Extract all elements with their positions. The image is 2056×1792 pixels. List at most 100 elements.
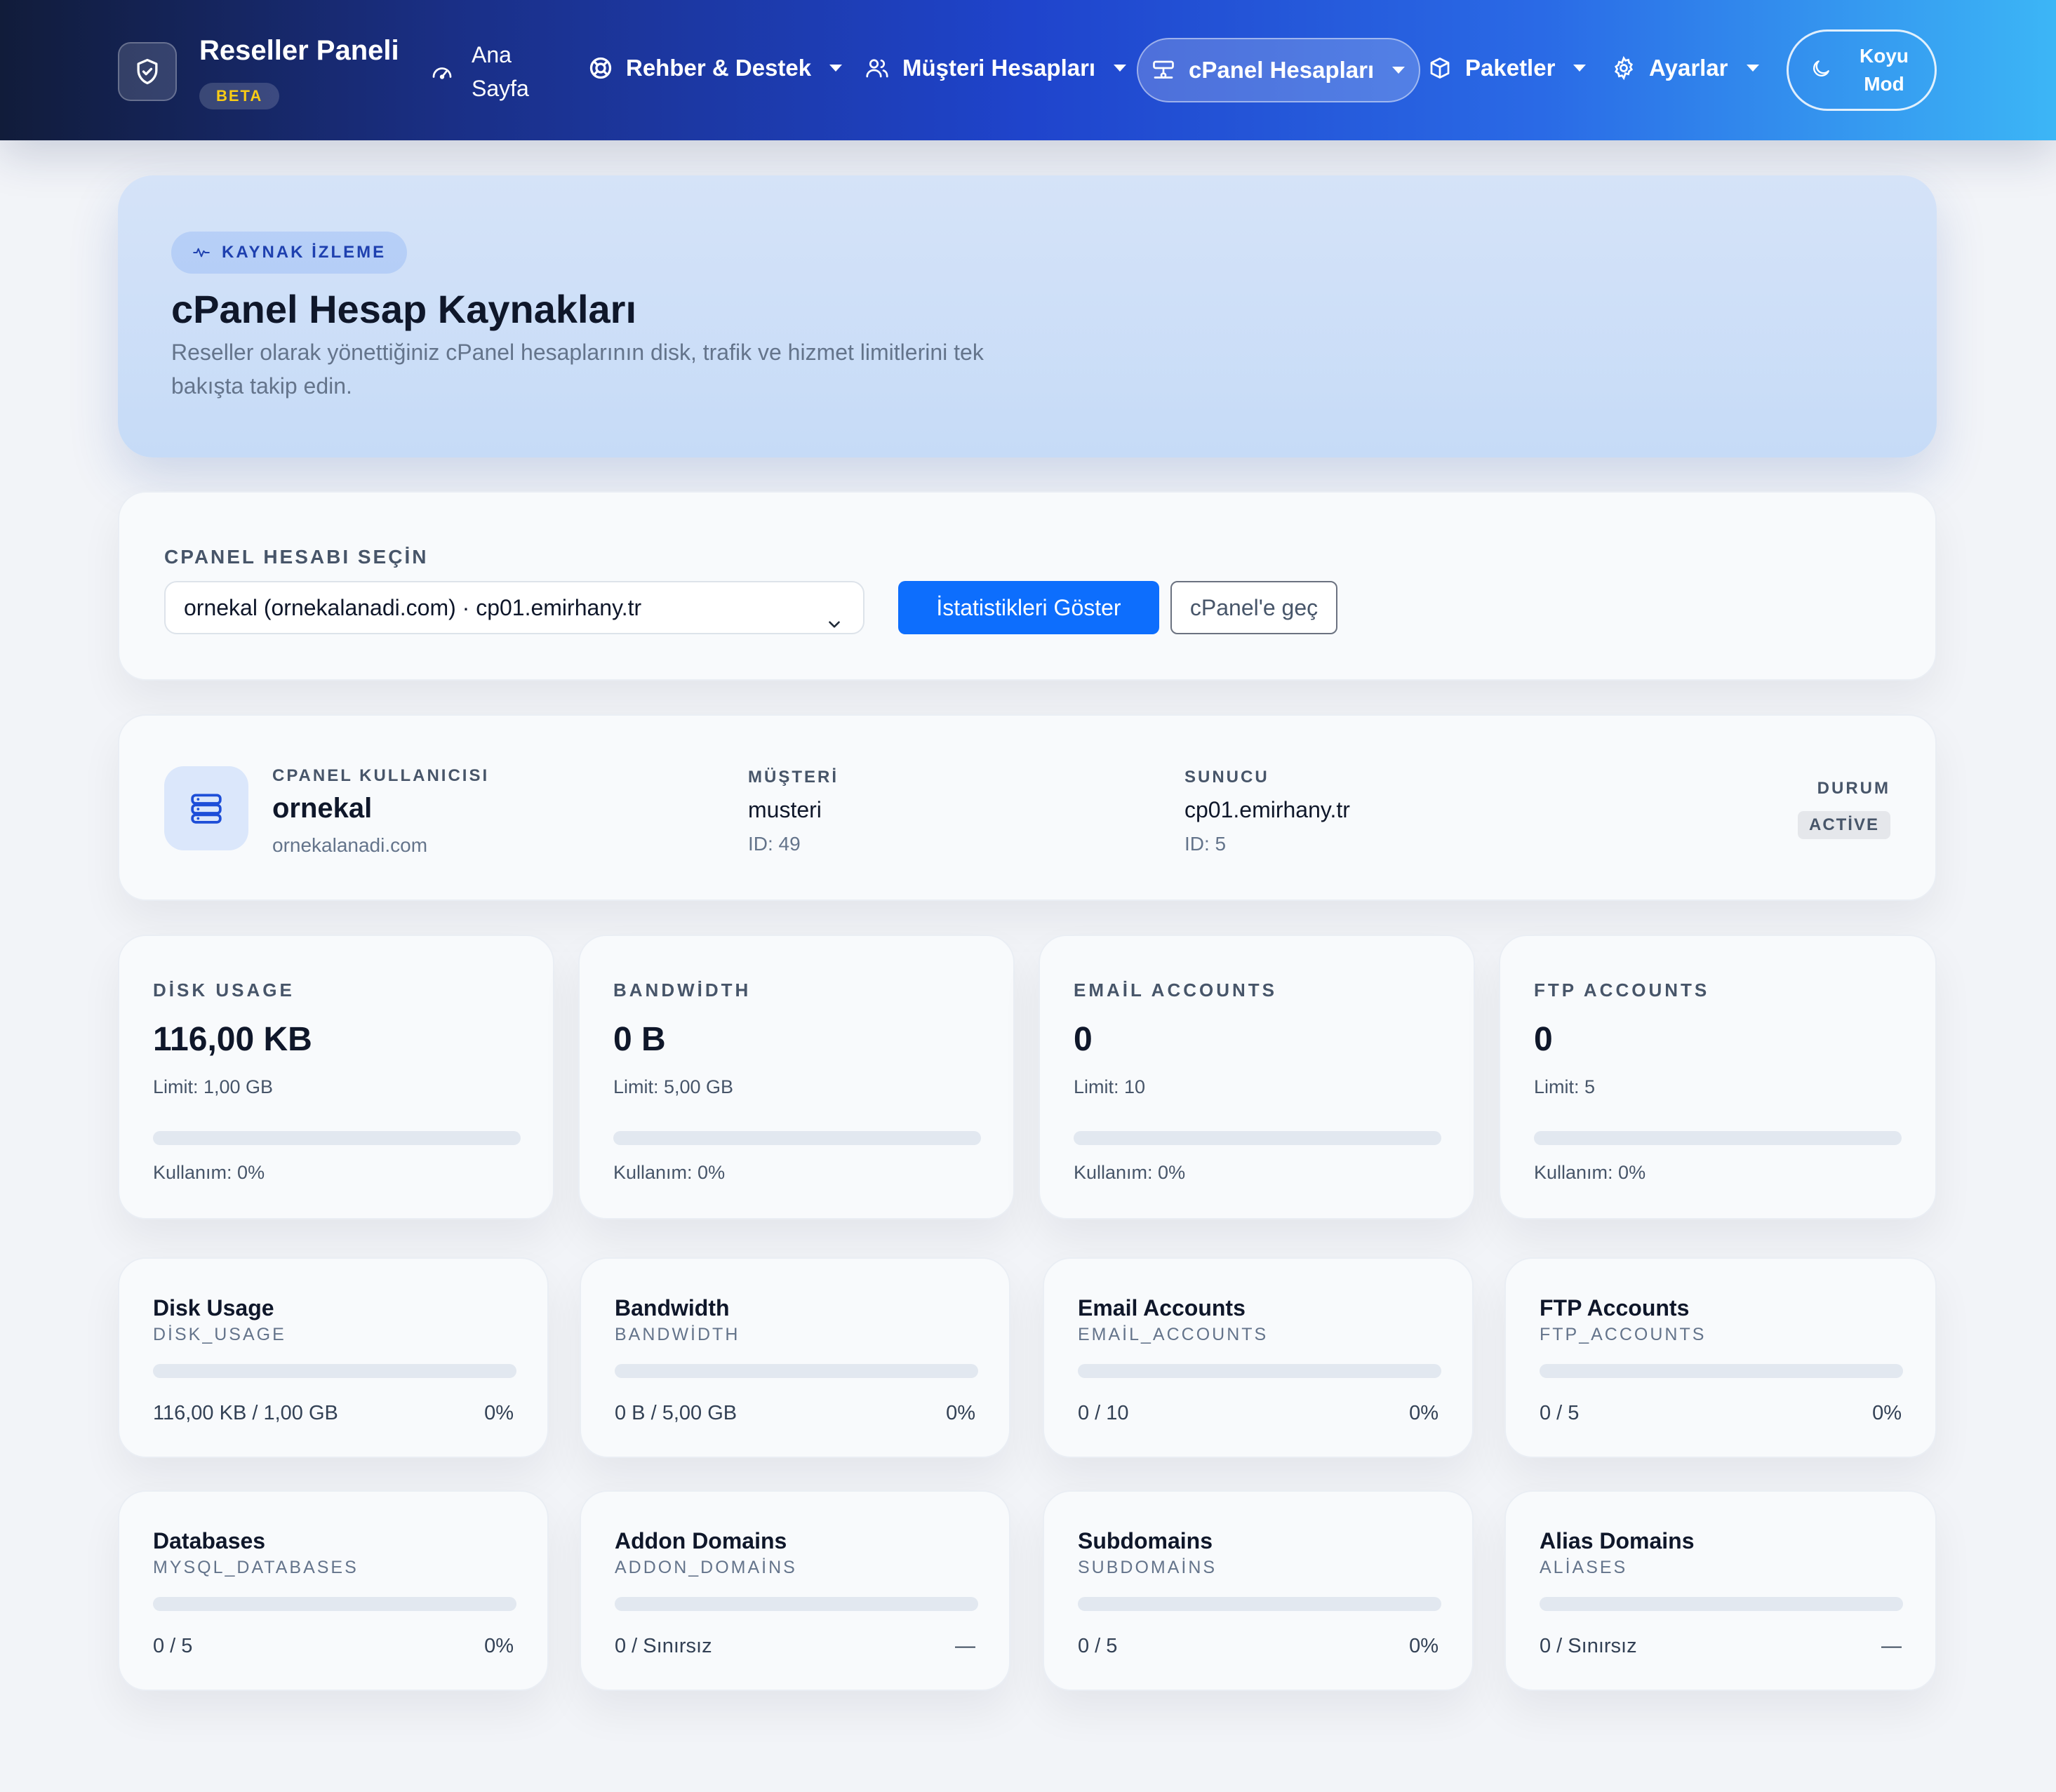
dark-mode-toggle[interactable]: Koyu Mod xyxy=(1787,29,1937,111)
resource-card-databases: Databases MYSQL_DATABASES 0 / 5 0% xyxy=(118,1490,549,1691)
switch-to-cpanel-button[interactable]: cPanel'e geç xyxy=(1170,581,1337,634)
resource-card-email-accounts: Email Accounts EMAİL_ACCOUNTS 0 / 10 0% xyxy=(1043,1257,1474,1458)
moon-icon xyxy=(1810,58,1832,83)
resource-progress-bar xyxy=(1540,1364,1903,1378)
server-label: SUNUCU xyxy=(1184,768,1269,787)
top-navbar: Reseller Paneli BETA Ana Sayfa Rehber & … xyxy=(0,0,2056,140)
nav-packages-label: Paketler xyxy=(1465,55,1556,81)
hero-banner: KAYNAK İZLEME cPanel Hesap Kaynakları Re… xyxy=(118,175,1937,457)
nav-item-home[interactable]: Ana Sayfa xyxy=(429,38,529,105)
stat-limit: Limit: 1,00 GB xyxy=(153,1076,274,1097)
server-name: cp01.emirhany.tr xyxy=(1184,797,1350,822)
resource-monitoring-badge: KAYNAK İZLEME xyxy=(171,232,408,274)
hero-badge-label: KAYNAK İZLEME xyxy=(222,243,387,262)
resource-progress-bar xyxy=(153,1364,516,1378)
stat-usage: Kullanım: 0% xyxy=(1074,1162,1186,1183)
chevron-down-icon xyxy=(1114,65,1127,72)
stat-usage: Kullanım: 0% xyxy=(153,1162,265,1183)
stat-label: FTP ACCOUNTS xyxy=(1534,979,1710,1001)
resource-title: Subdomains xyxy=(1078,1528,1213,1553)
nav-settings-label: Ayarlar xyxy=(1649,55,1728,81)
status-badge: ACTİVE xyxy=(1797,811,1890,839)
shield-icon[interactable] xyxy=(118,42,177,101)
stat-limit: Limit: 10 xyxy=(1074,1076,1146,1097)
resource-key: FTP_ACCOUNTS xyxy=(1540,1325,1707,1344)
stat-card-ftp-accounts: FTP ACCOUNTS 0 Limit: 5 Kullanım: 0% xyxy=(1499,935,1937,1219)
resource-amount: 0 / Sınırsız xyxy=(1540,1635,1637,1657)
server-block: SUNUCU cp01.emirhany.tr ID: 5 xyxy=(1184,768,1350,855)
nav-item-settings[interactable]: Ayarlar xyxy=(1611,55,1759,81)
account-select[interactable]: ornekal (ornekalanadi.com) · cp01.emirha… xyxy=(164,581,865,634)
nav-item-cpanel-accounts[interactable]: cPanel Hesapları xyxy=(1137,38,1421,102)
nav-home-label-line1: Ana xyxy=(472,42,512,67)
resource-title: FTP Accounts xyxy=(1540,1295,1690,1320)
resource-title: Addon Domains xyxy=(615,1528,787,1553)
resource-key: MYSQL_DATABASES xyxy=(153,1558,359,1577)
resource-amount: 0 / 5 xyxy=(153,1635,193,1657)
nav-item-packages[interactable]: Paketler xyxy=(1427,55,1587,81)
dark-mode-label-line1: Koyu xyxy=(1860,45,1909,67)
resource-key: ADDON_DOMAİNS xyxy=(615,1558,797,1577)
resource-amount: 0 / 5 xyxy=(1078,1635,1118,1657)
resource-key: ALİASES xyxy=(1540,1558,1628,1577)
resource-card-subdomains: Subdomains SUBDOMAİNS 0 / 5 0% xyxy=(1043,1490,1474,1691)
resource-title: Databases xyxy=(153,1528,266,1553)
resource-card-addon-domains: Addon Domains ADDON_DOMAİNS 0 / Sınırsız… xyxy=(580,1490,1010,1691)
resource-amount: 0 / 5 xyxy=(1540,1402,1580,1424)
usage-progress-bar xyxy=(153,1131,521,1145)
resource-progress-bar xyxy=(615,1597,978,1611)
customer-id: ID: 49 xyxy=(748,833,801,855)
server-stack-icon xyxy=(164,766,248,850)
stat-card-email-accounts: EMAİL ACCOUNTS 0 Limit: 10 Kullanım: 0% xyxy=(1039,935,1475,1219)
resource-percent: — xyxy=(955,1635,975,1657)
resource-percent: 0% xyxy=(484,1402,514,1424)
nav-home-label-line2: Sayfa xyxy=(472,76,529,101)
show-stats-button[interactable]: İstatistikleri Göster xyxy=(898,581,1159,634)
account-info-card: CPANEL KULLANICISI ornekal ornekalanadi.… xyxy=(118,714,1937,901)
usage-progress-bar xyxy=(1074,1131,1441,1145)
resource-amount: 116,00 KB / 1,00 GB xyxy=(153,1402,338,1424)
chevron-down-icon xyxy=(829,65,843,72)
account-selector-card: CPANEL HESABI SEÇİN ornekal (ornekalanad… xyxy=(118,491,1937,681)
cpanel-user-block: CPANEL KULLANICISI ornekal ornekalanadi.… xyxy=(272,766,489,857)
stat-value: 0 xyxy=(1534,1021,1553,1058)
nav-item-support[interactable]: Rehber & Destek xyxy=(588,55,843,81)
chevron-down-icon xyxy=(1392,67,1406,74)
resource-progress-bar xyxy=(153,1597,516,1611)
cpanel-username: ornekal xyxy=(272,793,373,824)
resource-title: Bandwidth xyxy=(615,1295,730,1320)
gear-icon xyxy=(1611,55,1636,81)
resource-amount: 0 / Sınırsız xyxy=(615,1635,712,1657)
resource-percent: 0% xyxy=(1872,1402,1902,1424)
resource-progress-bar xyxy=(1078,1364,1441,1378)
stat-usage: Kullanım: 0% xyxy=(1534,1162,1646,1183)
page-description: Reseller olarak yönettiğiniz cPanel hesa… xyxy=(171,340,984,399)
resource-title: Email Accounts xyxy=(1078,1295,1246,1320)
resource-title: Alias Domains xyxy=(1540,1528,1695,1553)
chevron-down-icon xyxy=(1573,65,1587,72)
stat-usage: Kullanım: 0% xyxy=(613,1162,726,1183)
activity-icon xyxy=(193,248,210,258)
customer-block: MÜŞTERİ musteri ID: 49 xyxy=(748,768,839,855)
dashboard-icon xyxy=(429,59,455,84)
resource-amount: 0 B / 5,00 GB xyxy=(615,1402,737,1424)
usage-progress-bar xyxy=(613,1131,981,1145)
brand-title[interactable]: Reseller Paneli xyxy=(199,35,399,67)
account-select-value: ornekal (ornekalanadi.com) · cp01.emirha… xyxy=(184,595,642,620)
stat-label: BANDWİDTH xyxy=(613,979,752,1001)
server-icon xyxy=(1151,58,1176,83)
users-icon xyxy=(865,55,890,81)
stat-card-disk-usage: DİSK USAGE 116,00 KB Limit: 1,00 GB Kull… xyxy=(118,935,554,1219)
stat-value: 116,00 KB xyxy=(153,1021,312,1058)
resource-key: DİSK_USAGE xyxy=(153,1325,286,1344)
nav-cpanel-label: cPanel Hesapları xyxy=(1189,57,1375,83)
resource-amount: 0 / 10 xyxy=(1078,1402,1129,1424)
stat-label: DİSK USAGE xyxy=(153,979,295,1001)
nav-item-customers[interactable]: Müşteri Hesapları xyxy=(865,55,1127,81)
stat-value: 0 xyxy=(1074,1021,1093,1058)
box-icon xyxy=(1427,55,1453,81)
page-title: cPanel Hesap Kaynakları xyxy=(171,287,637,331)
resource-percent: 0% xyxy=(946,1402,975,1424)
customer-name: musteri xyxy=(748,797,822,822)
stat-label: EMAİL ACCOUNTS xyxy=(1074,979,1277,1001)
